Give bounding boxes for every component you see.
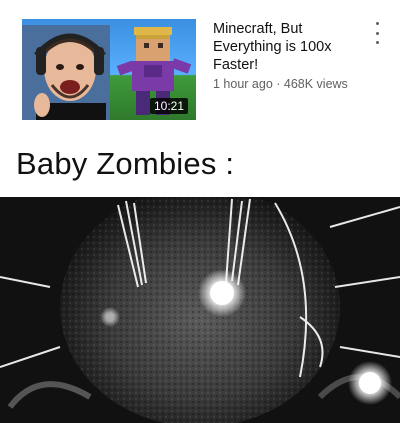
dark-creature-image [0,197,400,423]
meme-caption: Baby Zombies : [16,146,235,181]
vertical-ellipsis-icon[interactable] [371,22,383,44]
video-card[interactable]: 10:21 Minecraft, But Everything is 100x … [0,0,400,138]
video-stats: 1 hour ago · 468K views [213,77,348,91]
video-thumbnail[interactable]: 10:21 [22,19,196,120]
video-duration-badge: 10:21 [149,98,188,114]
video-meta: Minecraft, But Everything is 100x Faster… [213,20,363,91]
person-image [22,25,110,120]
video-title[interactable]: Minecraft, But Everything is 100x Faster… [213,20,363,74]
